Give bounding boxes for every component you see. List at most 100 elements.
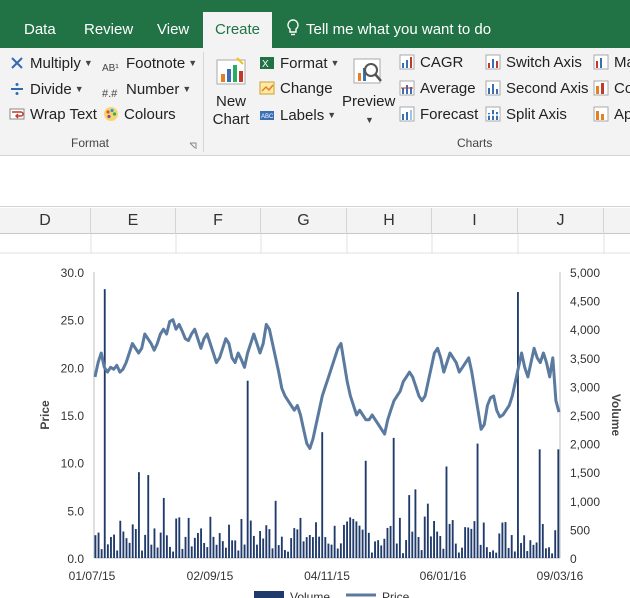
palette-icon — [104, 107, 118, 121]
volume-bar — [367, 532, 370, 558]
volume-bar — [137, 472, 140, 558]
volume-bar — [162, 497, 165, 558]
volume-bar — [457, 552, 460, 558]
volume-bar — [395, 543, 398, 558]
volume-bar — [346, 521, 348, 558]
cagr-button[interactable]: CAGR — [398, 52, 463, 74]
split-axis-button[interactable]: Split Axis — [484, 104, 567, 126]
divide-label: Divide — [30, 81, 72, 98]
volume-bar — [501, 522, 504, 558]
volume-bar — [383, 538, 386, 558]
volume-bar — [352, 518, 355, 558]
legend-label-price: Price — [382, 590, 410, 598]
volume-bar — [470, 528, 473, 558]
wrap-text-icon — [9, 108, 25, 120]
preview-button[interactable]: Preview ▼ — [342, 56, 395, 129]
volume-bar — [358, 525, 361, 558]
column-header-e[interactable]: E — [91, 208, 176, 234]
ap-button[interactable]: Ap — [592, 104, 630, 126]
y-tick-label: 20.0 — [61, 361, 85, 375]
dialog-launcher-icon[interactable] — [189, 142, 197, 150]
number-label: Number — [126, 81, 180, 98]
volume-bar — [445, 466, 448, 558]
column-header-h[interactable]: H — [347, 208, 432, 234]
divide-button[interactable]: Divide ▼ — [8, 78, 84, 100]
volume-bar — [246, 380, 249, 558]
ma-label: Ma — [614, 54, 630, 71]
second-axis-icon — [485, 80, 501, 96]
change-button[interactable]: Change — [258, 78, 333, 100]
average-label: Average — [420, 80, 476, 97]
volume-bar — [467, 527, 470, 558]
volume-bar — [172, 551, 175, 558]
tell-me-text: Tell me what you want to do — [306, 21, 492, 38]
tell-me-box[interactable]: Tell me what you want to do — [286, 12, 491, 48]
volume-bar — [256, 544, 258, 558]
y-tick-label: 15.0 — [61, 409, 85, 423]
column-header-j[interactable]: J — [518, 208, 604, 234]
volume-bar — [408, 495, 411, 558]
tab-review[interactable]: Review — [84, 12, 133, 48]
tab-view[interactable]: View — [157, 12, 189, 48]
y2-tick-label: 3,000 — [570, 380, 600, 394]
volume-bar — [411, 531, 414, 558]
second-axis-button[interactable]: Second Axis — [484, 78, 589, 100]
y-tick-label: 30.0 — [61, 266, 85, 280]
volume-bar — [402, 553, 404, 558]
column-header-i[interactable]: I — [432, 208, 518, 234]
average-icon — [399, 80, 415, 96]
footnote-label: Footnote — [126, 55, 186, 72]
new-chart-label-2: Chart — [212, 111, 250, 128]
volume-bar — [548, 547, 550, 558]
labels-label: Labels — [280, 107, 325, 124]
volume-bar — [327, 543, 330, 558]
multiply-button[interactable]: Multiply ▼ — [8, 52, 93, 74]
x-tick-label: 02/09/15 — [187, 569, 234, 583]
volume-bar — [330, 544, 333, 558]
price-volume-chart[interactable]: 0.0 5.0 10.0 15.0 20.0 25.0 30.0 0 500 1,000 1,500… — [2, 254, 630, 598]
labels-button[interactable]: ABC Labels ▼ — [258, 104, 336, 126]
column-header-row: D E F G H I J — [0, 208, 630, 234]
tab-data[interactable]: Data — [24, 12, 56, 48]
y2-tick-label: 3,500 — [570, 352, 600, 366]
volume-bar — [265, 525, 268, 558]
volume-bar — [436, 531, 439, 558]
volume-bar — [156, 547, 159, 558]
column-header-d[interactable]: D — [0, 208, 91, 234]
forecast-button[interactable]: Forecast — [398, 104, 478, 126]
footnote-button[interactable]: AB¹ Footnote ▼ — [102, 52, 197, 74]
preview-icon — [353, 58, 382, 84]
volume-bar — [103, 289, 106, 558]
volume-bar — [529, 540, 532, 558]
volume-bar — [150, 544, 153, 558]
colours-button[interactable]: Colours — [102, 104, 176, 126]
chart-format-button[interactable]: X Format ▼ — [258, 52, 339, 74]
volume-bar — [113, 534, 115, 558]
co-button[interactable]: Co — [592, 78, 630, 100]
new-chart-button[interactable]: New Chart — [210, 56, 252, 129]
column-header-f[interactable]: F — [176, 208, 261, 234]
volume-bar — [187, 517, 190, 558]
y-tick-label: 5.0 — [67, 504, 84, 518]
tab-create[interactable]: Create — [203, 12, 273, 48]
volume-bar — [333, 525, 336, 558]
volume-bar — [231, 540, 234, 558]
switch-axis-button[interactable]: Switch Axis — [484, 52, 582, 74]
footnote-icon: AB¹ — [102, 63, 119, 74]
legend-label-volume: Volume — [290, 590, 330, 598]
forecast-icon — [399, 106, 415, 122]
column-header-g[interactable]: G — [261, 208, 347, 234]
volume-bar — [106, 544, 109, 558]
number-button[interactable]: #.# Number ▼ — [102, 78, 191, 100]
volume-bar — [169, 546, 171, 558]
volume-bar — [144, 534, 147, 558]
wrap-text-button[interactable]: Wrap Text — [8, 104, 97, 126]
chevron-down-icon: ▼ — [74, 84, 84, 94]
chevron-down-icon: ▼ — [182, 84, 192, 94]
average-button[interactable]: Average — [398, 78, 476, 100]
chart-legend: Volume Price — [254, 590, 410, 598]
ap-chart-icon — [593, 106, 609, 122]
volume-bar — [240, 518, 243, 558]
multiply-label: Multiply — [30, 55, 81, 72]
ma-button[interactable]: Ma — [592, 52, 630, 74]
